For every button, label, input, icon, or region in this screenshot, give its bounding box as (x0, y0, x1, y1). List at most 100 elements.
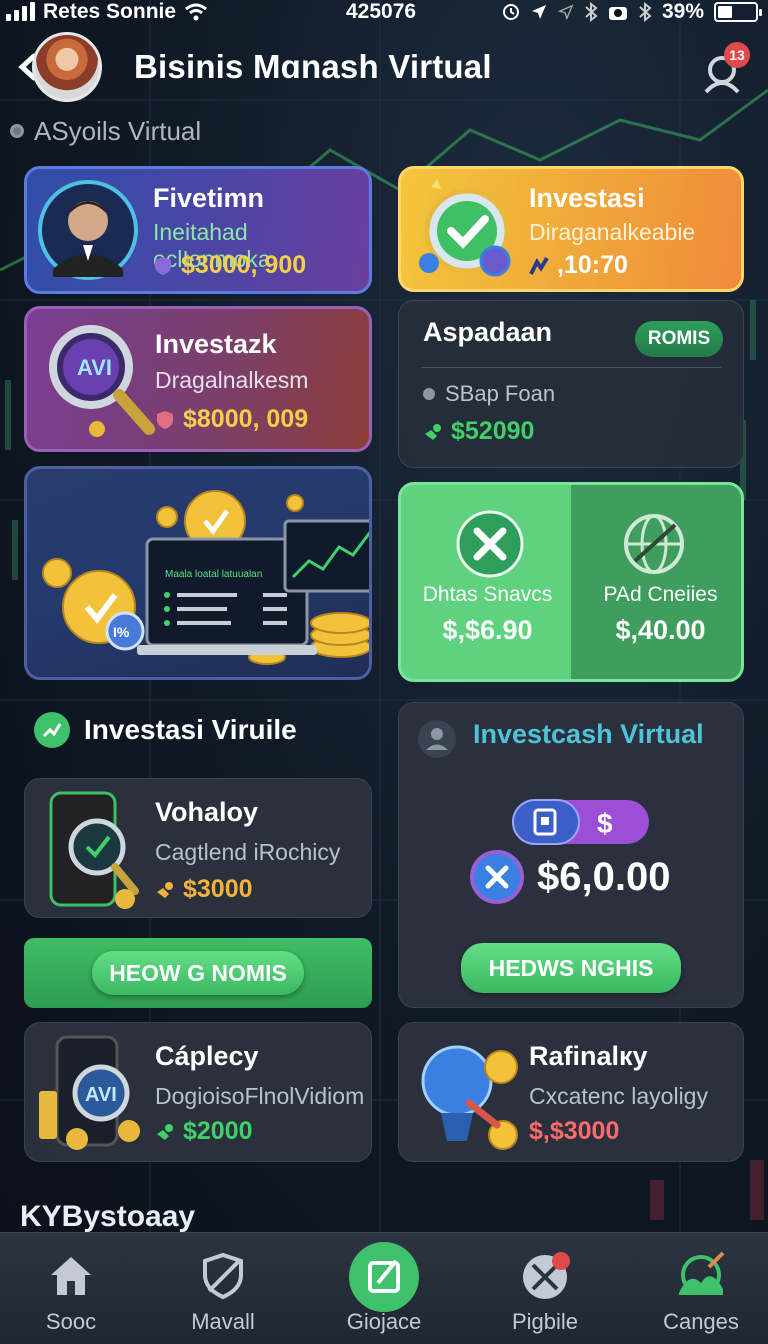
battery-icon (714, 2, 762, 22)
promo-screen-title: Maala loatal latuualan (165, 569, 262, 580)
location-outline-icon (557, 4, 574, 21)
trend-icon (34, 712, 70, 748)
section-heading: Investasi Viruile (34, 712, 297, 748)
promo-illustration-card[interactable]: Maala loatal latuualan I% (24, 466, 372, 680)
card-subtitle: Cagtlend iRochicy (155, 839, 341, 865)
card-subtitle-row: SBap Foan (423, 381, 555, 407)
profile-avatar-icon (38, 180, 138, 280)
card-title: Cáplecy (155, 1041, 259, 1071)
promo-green-bar: HEOW G NOMIS (24, 938, 372, 1008)
bluetooth-icon (585, 2, 598, 22)
card-title: Investcash Virtual (473, 719, 704, 749)
investcash-card[interactable]: Investcash Virtual $ $6,0.00 HEDWS NGHIS (398, 702, 744, 1008)
card-amount: ,10:70 (557, 251, 628, 279)
tab-canges[interactable]: Canges (636, 1233, 766, 1344)
tab-mavall[interactable]: Mavall (158, 1233, 288, 1344)
caplecy-card[interactable]: AVI Cáplecy DogioisoFlnolVidiom $2000 (24, 1022, 372, 1162)
battery-percent: 39% (661, 0, 704, 23)
dot-icon (10, 124, 24, 138)
card-amount-row: $2000 (155, 1117, 253, 1146)
cross-badge-icon (456, 510, 524, 578)
investazk-card[interactable]: AVI Investazk Dragalnalkesm $8000, 009 (24, 306, 372, 452)
card-amount-row: $8000, 009 (155, 405, 308, 434)
magnifier-icon: AVI (49, 325, 155, 437)
svg-text:AVI: AVI (85, 1084, 117, 1106)
tab-label: Pigbile (511, 1309, 579, 1334)
card-amount-row: $52090 (423, 417, 534, 446)
investcash-button[interactable]: HEDWS NGHIS (461, 943, 681, 993)
card-subtitle: Cxcatenc layoligy (529, 1083, 708, 1109)
card-amount: $2000 (183, 1117, 253, 1145)
checkmark-badge-icon (419, 179, 511, 277)
svg-text:I%: I% (113, 624, 130, 640)
wifi-icon (185, 3, 207, 21)
notification-badge: 13 (724, 42, 750, 68)
tab-giojace[interactable]: Giojace (319, 1233, 449, 1344)
lightbulb-icon (421, 1045, 518, 1150)
avatar[interactable] (32, 32, 102, 102)
svg-text:$: $ (597, 808, 613, 839)
signal-icon (6, 2, 35, 21)
bonus-badge-button[interactable]: ROMIS (635, 321, 723, 357)
card-amount-row: ,10:70 (529, 251, 628, 280)
tab-sooc[interactable]: Sooc (6, 1233, 136, 1344)
tab-label: Canges (663, 1309, 739, 1334)
investasi-card[interactable]: Investasi Diraganalkeabie ,10:70 (398, 166, 744, 292)
shield-icon (157, 410, 173, 429)
card-amount: $52090 (451, 417, 535, 445)
bluetooth-alt-icon (639, 2, 652, 22)
subheader: ASyoils Virtual (10, 114, 201, 148)
tab-label: Sooc (45, 1309, 97, 1334)
card-amount: $8000, 009 (183, 405, 309, 433)
left-stat-amount: $,$6.90 (442, 615, 533, 645)
carrier-name: Retes Sonnie (43, 0, 177, 23)
tools-icon (523, 1252, 570, 1299)
profile-card[interactable]: Fivetimn Ineitahad eclIonmoka $3000, 900 (24, 166, 372, 294)
status-bar: Retes Sonnie 425076 39% (0, 0, 768, 26)
left-stat-label: Dhtas Snavcs (422, 583, 553, 606)
user-icon (418, 720, 456, 758)
tab-pigbile[interactable]: Pigbile (480, 1233, 610, 1344)
phone-magnifier-icon: AVI (39, 1035, 140, 1150)
split-stats-card[interactable]: Dhtas Snavcs $,$6.90 PAd Cneiies $,40.00 (398, 482, 744, 682)
shield-icon (203, 1252, 243, 1300)
hand-coin-icon (425, 423, 441, 440)
card-amount-row: $3000 (155, 875, 253, 904)
chart-mini-icon (529, 256, 549, 275)
bottom-tab-bar: Sooc Mavall Giojace Pigbile Canges (0, 1232, 768, 1344)
app-header: Bisinis Mɑnash Virtual 13 (0, 28, 768, 108)
hand-coin-icon (157, 881, 173, 898)
card-amount: $3000, 900 (181, 251, 307, 279)
card-title: Aspadaan (423, 317, 553, 347)
investment-illustration: Maala loatal latuualan I% (42, 490, 369, 665)
vohaloy-card[interactable]: Vohaloy Cagtlend iRochicy $3000 (24, 778, 372, 918)
tab-label: Giojace (346, 1309, 422, 1334)
camera-icon (608, 7, 627, 20)
hand-coin-icon (157, 1123, 173, 1140)
close-circle-icon (470, 850, 524, 904)
rafinalcy-card[interactable]: Rafinalкy Cxcatenc layoligy $,$3000 (398, 1022, 744, 1162)
subheader-label: ASyoils Virtual (34, 115, 202, 146)
card-amount: $3000 (183, 875, 253, 903)
divider (421, 367, 721, 368)
card-amount-row: $3000, 900 (153, 251, 306, 280)
green-bar-button[interactable]: HEOW G NOMIS (92, 951, 304, 995)
dot-icon (423, 388, 435, 400)
right-stat-label: PAd Cneiies (603, 583, 718, 606)
tab-label: Mavall (191, 1309, 255, 1334)
edit-icon (349, 1242, 419, 1312)
card-title: Investazk (155, 329, 277, 359)
card-subtitle: Dragalnalkesm (155, 367, 309, 393)
card-subtitle: DogioisoFlnolVidiom (155, 1083, 365, 1109)
card-subtitle: Diraganalkeabie (529, 219, 696, 245)
shield-icon (155, 256, 171, 275)
landscape-icon (679, 1251, 725, 1295)
page-title: Bisinis Mɑnash Virtual (134, 48, 492, 85)
phone-magnifier-icon (49, 791, 139, 909)
status-center-text: 425076 (346, 0, 417, 23)
aspadaan-card[interactable]: Aspadaan ROMIS SBap Foan $52090 (398, 300, 744, 468)
wallet-dollar-icon: $ (512, 799, 649, 845)
card-subtitle: SBap Foan (445, 381, 556, 406)
card-title: Rafinalкy (529, 1041, 648, 1071)
card-title: Vohaloy (155, 797, 259, 827)
